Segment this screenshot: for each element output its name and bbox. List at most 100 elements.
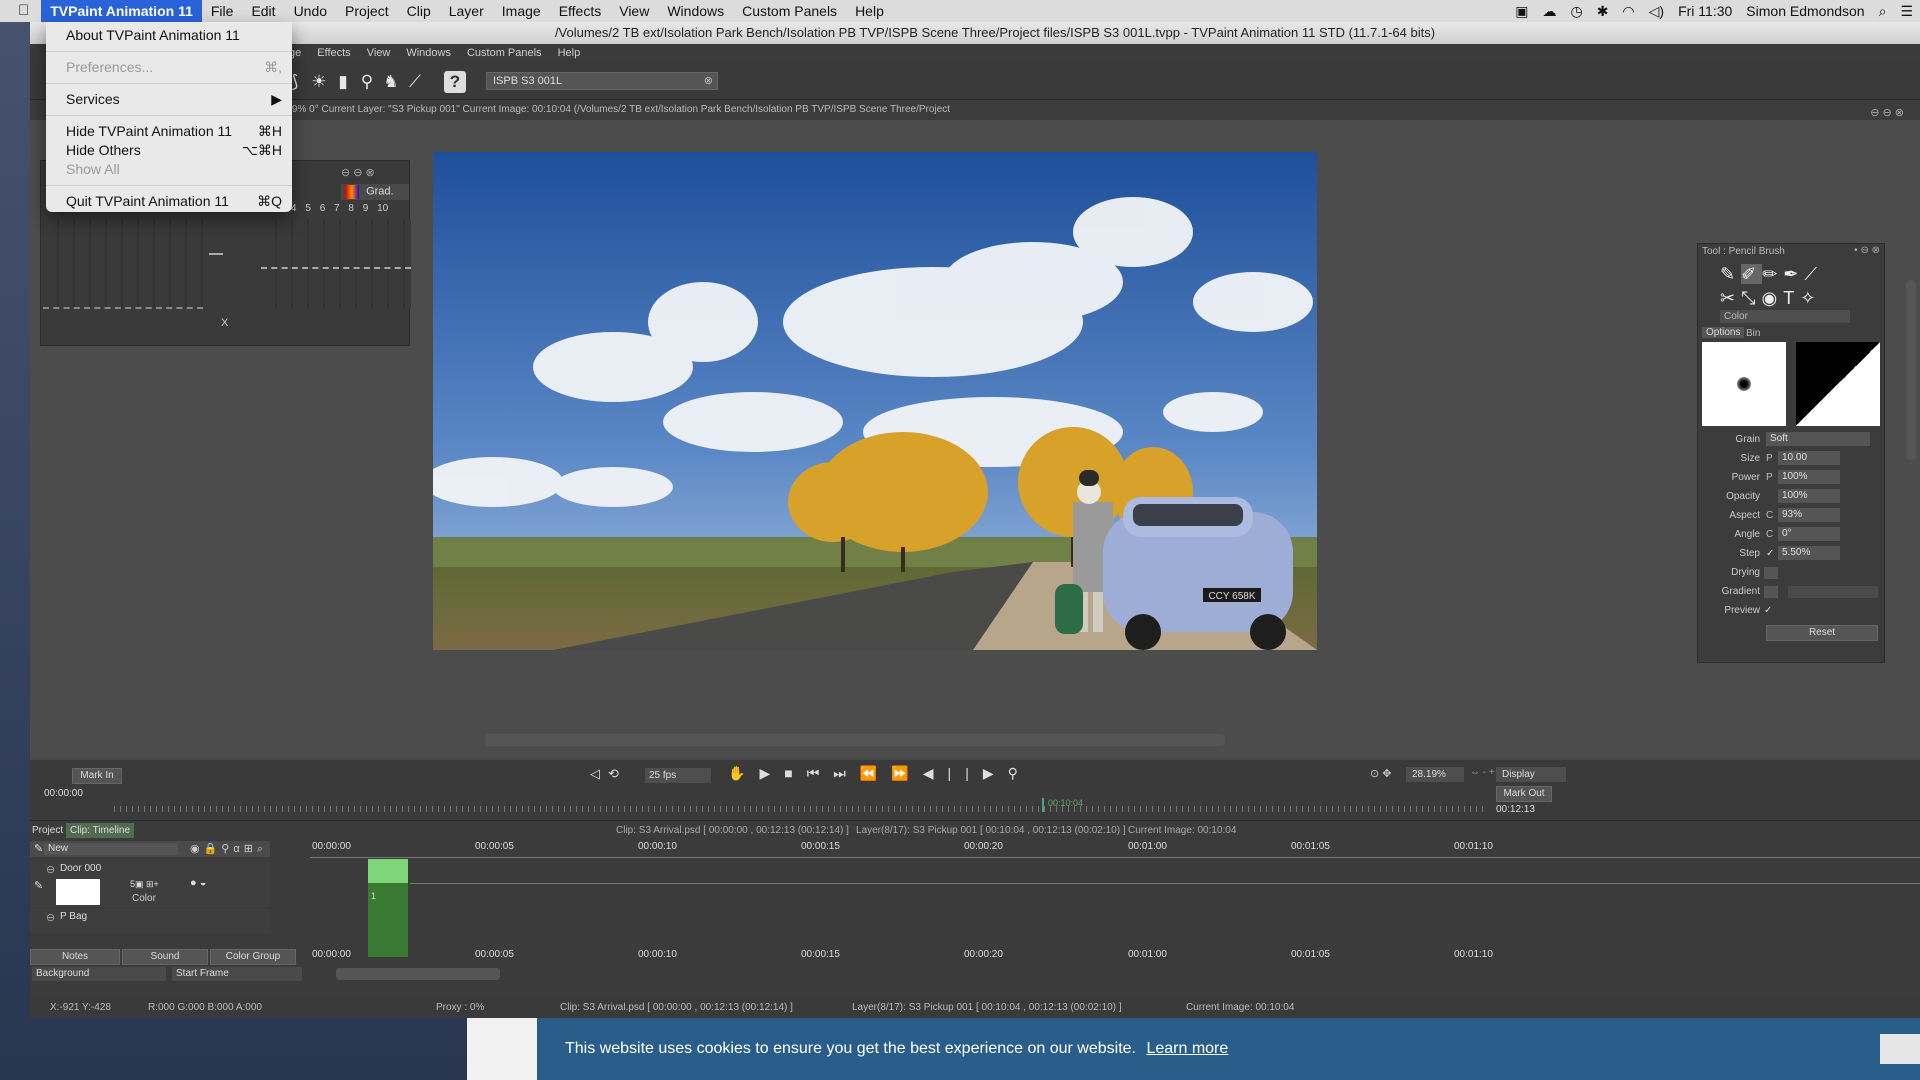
graph-icon[interactable]: ⟋ [404,71,426,93]
gradient-checkbox[interactable] [1764,586,1778,598]
mark-in-button[interactable]: Mark In [72,768,122,784]
horizontal-scrollbar[interactable] [485,734,1225,746]
menu-item-about[interactable]: About TVPaint Animation 11 [46,26,292,45]
clock[interactable]: Fri 11:30 [1671,3,1739,19]
tab-options[interactable]: Options [1702,327,1745,338]
collapse-icon[interactable]: ⊖ [46,911,55,924]
ruler-icon[interactable]: ▮ [332,71,354,93]
gradient-bar[interactable] [1788,586,1878,598]
zoom-controls[interactable]: ⇔ - + [1470,767,1495,778]
bulb-icon[interactable]: ☀ [308,71,330,93]
step-field[interactable]: 5.50% [1778,546,1840,560]
drying-checkbox[interactable] [1764,567,1778,579]
user-name[interactable]: Simon Edmondson [1739,3,1871,19]
grain-select[interactable]: Soft [1766,432,1870,446]
menu-edit[interactable]: Edit [242,0,284,22]
menu-image[interactable]: Image [493,0,550,22]
zoom-field[interactable]: 28.19% [1406,767,1464,782]
menu-item-services[interactable]: Services ▶ [46,90,292,109]
magnifier-icon[interactable]: ⚲ [356,71,378,93]
volume-icon[interactable]: ◁) [1642,3,1671,20]
cookie-accept-button[interactable] [1880,1034,1920,1064]
menu-item-hide[interactable]: Hide TVPaint Animation 11 ⌘H [46,122,292,141]
new-layer-icon[interactable]: ✎ [34,842,43,855]
rabbit-icon[interactable]: ♞ [380,71,402,93]
layer-column-icons[interactable]: ◉🔒⚲α⊞⌕ [190,842,267,856]
wifi-icon[interactable]: ◠ [1615,3,1641,20]
preview-checkbox[interactable]: ✓ [1764,603,1772,619]
gradient-selector[interactable]: Grad. [341,184,409,200]
transport-buttons[interactable]: ✋▶■⏮⏭⏪⏩◀||▶⚲ [728,765,1032,782]
step-checkbox[interactable]: ✓ [1766,546,1774,562]
opacity-field[interactable]: 100% [1778,489,1840,503]
layer-row-door[interactable]: ⊖ Door 000 ✎ 5▣ ⊞+ ● ◒ Color [30,861,270,907]
app-menu-help[interactable]: Help [550,47,589,59]
app-menu-windows[interactable]: Windows [398,47,459,59]
app-menu-effects[interactable]: Effects [309,47,358,59]
aspect-field[interactable]: 93% [1778,508,1840,522]
new-layer-select[interactable]: New [44,843,178,855]
menu-windows[interactable]: Windows [658,0,733,22]
drawing-canvas[interactable]: CCY 658K [433,152,1317,650]
menu-item-quit[interactable]: Quit TVPaint Animation 11 ⌘Q [46,192,292,211]
vertical-scrollbar[interactable] [1906,280,1916,460]
current-frame-cell[interactable] [368,859,408,883]
brush-preview[interactable] [1702,342,1786,426]
time-ruler[interactable] [114,806,1488,812]
tool-panel-controls[interactable]: • ⊖ ⊗ [1854,245,1880,256]
collapse-icon[interactable]: ⊖ [46,863,55,876]
level-marker[interactable] [209,253,223,255]
menu-app-name[interactable]: TVPaint Animation 11 [41,0,202,22]
project-name-field[interactable]: ISPB S3 001L ⊗ [486,72,718,90]
color-mode-select[interactable]: Color [1720,310,1850,323]
levels-graph-left[interactable] [43,219,203,309]
panel-controls[interactable]: ⊖ ⊖ ⊗ [341,166,375,179]
clear-icon[interactable]: ⊗ [704,73,713,89]
display-select[interactable]: Display [1496,767,1566,782]
power-field[interactable]: 100% [1778,470,1840,484]
menu-clip[interactable]: Clip [398,0,440,22]
app-menu-custom-panels[interactable]: Custom Panels [459,47,550,59]
brush-icon-grid[interactable]: ✎✐✏✒⟋ ✂⤡◉T✧ [1720,262,1870,310]
notes-tab[interactable]: Notes [30,949,120,965]
tab-bin[interactable]: Bin [1746,328,1760,339]
layer-visibility-icon[interactable]: ● ◒ [190,877,206,889]
time-machine-icon[interactable]: ◷ [1563,3,1589,20]
menu-layer[interactable]: Layer [440,0,493,22]
menu-file[interactable]: File [202,0,243,22]
playhead[interactable] [1042,798,1044,812]
help-icon[interactable]: ? [444,71,466,93]
menu-item-hide-others[interactable]: Hide Others ⌥⌘H [46,141,292,160]
layer-mode-icons[interactable]: 5▣ ⊞+ [130,879,159,890]
apple-icon[interactable]:  [0,0,41,22]
menu-effects[interactable]: Effects [550,0,611,22]
timeline-clip-block[interactable]: 1 [368,859,408,957]
search-icon[interactable]: ⌕ [1872,3,1894,20]
sound-tab[interactable]: Sound [122,949,208,965]
mark-out-button[interactable]: Mark Out [1496,786,1552,802]
start-frame-select[interactable]: Start Frame [172,967,302,981]
app-menu-view[interactable]: View [359,47,399,59]
levels-graph-right[interactable] [261,219,411,309]
menu-custom-panels[interactable]: Custom Panels [733,0,846,22]
menu-project[interactable]: Project [336,0,398,22]
cookie-learn-more-link[interactable]: Learn more [1146,1040,1228,1057]
menu-undo[interactable]: Undo [285,0,336,22]
cloud-icon[interactable]: ☁ [1535,3,1563,20]
zoom-icon[interactable]: ⊙ ✥ [1370,767,1392,780]
angle-field[interactable]: 0° [1778,527,1840,541]
notification-center-icon[interactable]: ☰ [1893,3,1920,20]
playback-controls[interactable]: ◁⟲ [590,766,627,782]
bluetooth-icon[interactable]: ✱ [1590,3,1616,20]
timeline-hscroll[interactable] [336,968,500,980]
menu-help[interactable]: Help [846,0,893,22]
background-select[interactable]: Background [32,967,166,981]
tab-project[interactable]: Project [28,823,67,838]
fps-select[interactable]: 25 fps [645,768,711,783]
tab-clip-timeline[interactable]: Clip: Timeline [66,823,135,838]
size-field[interactable]: 10.00 [1778,451,1840,465]
window-controls[interactable]: ⊖ ⊖ ⊗ [1870,106,1904,119]
menu-view[interactable]: View [610,0,658,22]
reset-button[interactable]: Reset [1766,625,1878,641]
layer-row-pbag[interactable]: ⊖ P Bag [30,909,270,933]
